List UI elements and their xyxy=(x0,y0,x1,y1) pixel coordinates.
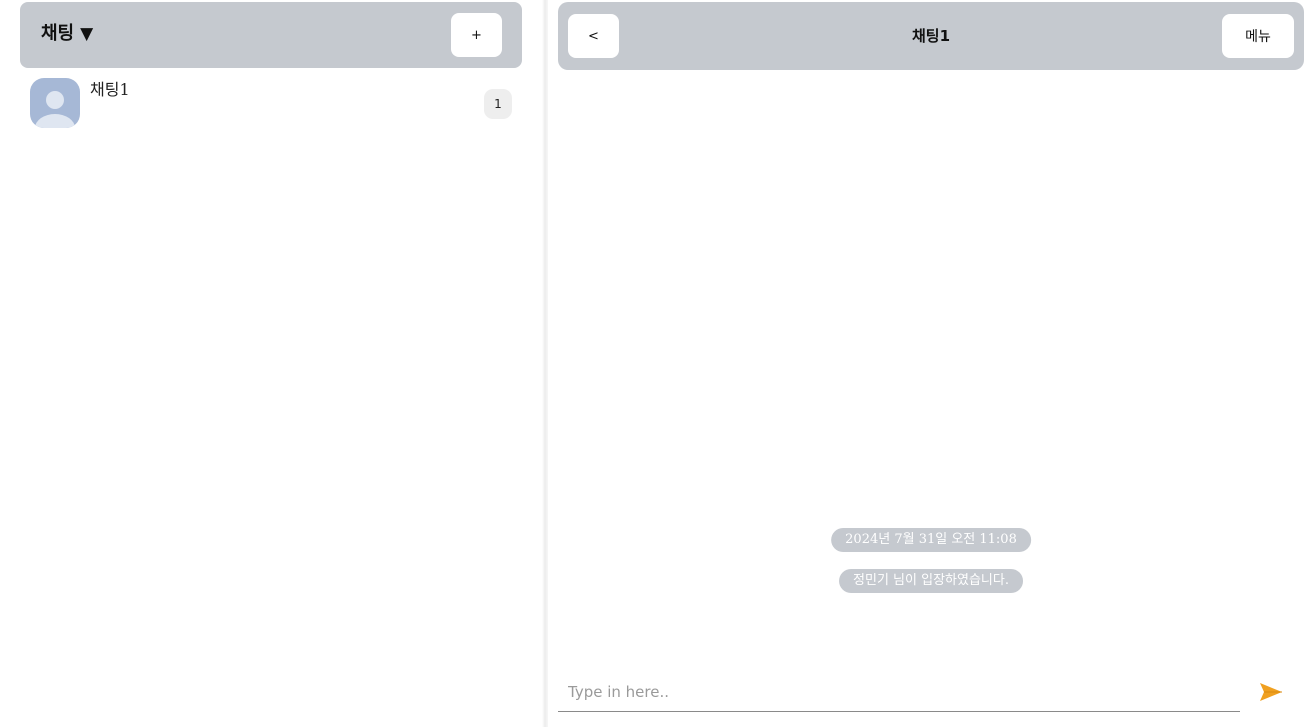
menu-button[interactable]: 메뉴 xyxy=(1222,14,1294,58)
room-list-title-dropdown[interactable]: 채팅 ▼ xyxy=(41,22,93,46)
room-list-header: 채팅 ▼ + xyxy=(20,2,522,68)
conversation-title: 채팅1 xyxy=(911,27,951,45)
conversation-panel: < 채팅1 메뉴 2024년 7월 31일 오전 11:08 정민기 님이 입장… xyxy=(548,0,1314,727)
message-area: 2024년 7월 31일 오전 11:08 정민기 님이 입장하였습니다. xyxy=(558,70,1304,670)
caret-down-icon: ▼ xyxy=(80,24,94,44)
message-composer xyxy=(558,672,1304,716)
add-room-button[interactable]: + xyxy=(451,13,502,57)
room-list-item[interactable]: 채팅1 1 xyxy=(20,74,522,132)
chat-app: 채팅 ▼ + 채팅1 1 < 채팅1 메뉴 2024년 7월 31일 오전 11… xyxy=(0,0,1314,727)
room-list-title: 채팅 xyxy=(41,23,75,44)
date-separator: 2024년 7월 31일 오전 11:08 xyxy=(831,528,1031,552)
default-user-avatar-icon xyxy=(30,78,80,128)
room-list-panel: 채팅 ▼ + 채팅1 1 xyxy=(0,0,540,727)
system-message-join: 정민기 님이 입장하였습니다. xyxy=(839,569,1023,593)
send-arrow-icon[interactable] xyxy=(1258,680,1284,704)
room-name: 채팅1 xyxy=(90,80,130,99)
conversation-header: < 채팅1 메뉴 xyxy=(558,2,1304,70)
unread-count-badge: 1 xyxy=(484,89,512,119)
message-input[interactable] xyxy=(558,672,1240,712)
add-room-label: + xyxy=(471,27,482,43)
menu-label: 메뉴 xyxy=(1245,29,1271,45)
